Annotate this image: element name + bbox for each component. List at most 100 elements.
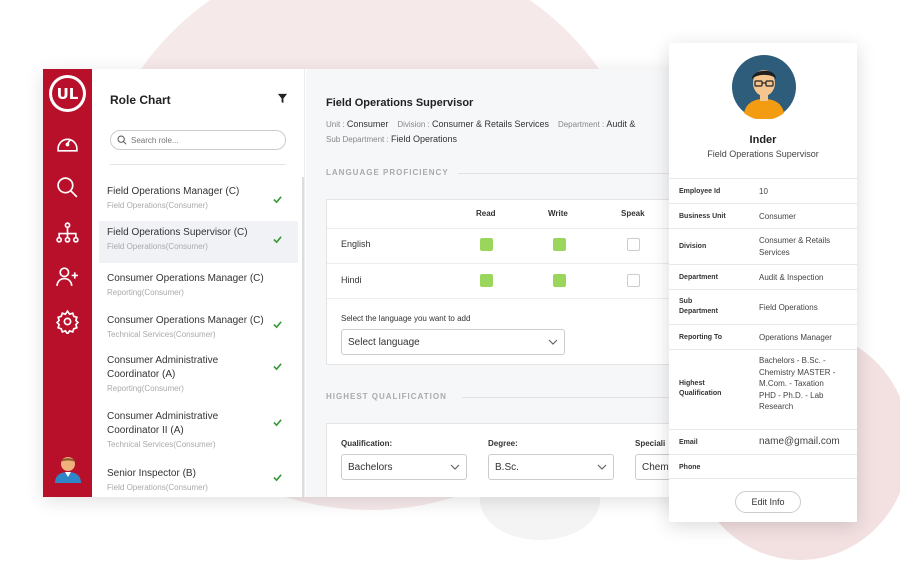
dashboard-icon[interactable] xyxy=(55,131,80,156)
profile-field-row: Business Unit Consumer xyxy=(669,203,857,228)
language-name: English xyxy=(341,239,371,249)
field-key: Highest Qualification xyxy=(679,380,722,397)
write-checkbox[interactable] xyxy=(553,238,566,251)
field-value: Field Operations xyxy=(759,303,818,312)
chevron-down-icon xyxy=(548,339,558,345)
profile-field-row: Reporting To Operations Manager xyxy=(669,324,857,349)
profile-field-row: Email name@gmail.com xyxy=(669,429,857,454)
profile-role: Field Operations Supervisor xyxy=(707,149,819,159)
role-department: Field Operations(Consumer) xyxy=(107,242,208,251)
role-name: Senior Inspector (B) xyxy=(107,468,196,479)
division-value: Consumer & Retails Services xyxy=(432,119,550,129)
profile-field-row: Department Audit & Inspection xyxy=(669,264,857,289)
stage: UL Role Chart Field Operations Manag xyxy=(0,0,900,566)
check-icon xyxy=(273,419,282,427)
subdept-value: Field Operations xyxy=(390,134,457,144)
role-meta-line: Sub Department : Field Operations xyxy=(326,134,457,144)
chevron-down-icon xyxy=(597,464,607,470)
department-value: Audit & xyxy=(606,119,636,129)
qualification-card: Qualification: Degree: Speciali Bachelor… xyxy=(326,423,683,497)
department-label: Department : xyxy=(557,120,605,129)
nav-rail: UL xyxy=(43,69,92,497)
field-key: Email xyxy=(679,439,698,446)
qualification-dropdown[interactable]: Bachelors xyxy=(341,454,467,480)
read-checkbox[interactable] xyxy=(480,274,493,287)
qualification-section-title: HIGHEST QUALIFICATION xyxy=(326,392,447,401)
check-icon xyxy=(273,321,282,329)
profile-field-row: Highest Qualification Bachelors - B.Sc. … xyxy=(669,349,857,429)
role-name: Field Operations Manager (C) xyxy=(107,186,240,197)
role-item[interactable]: Consumer Administrative Coordinator II (… xyxy=(99,410,298,458)
field-key: Reporting To xyxy=(679,334,723,341)
page-title: Field Operations Supervisor xyxy=(326,97,474,109)
user-avatar-icon[interactable] xyxy=(52,451,84,483)
edit-info-button[interactable]: Edit Info xyxy=(735,491,801,513)
hierarchy-icon[interactable] xyxy=(55,220,80,245)
field-key: Sub Department xyxy=(679,298,718,315)
check-icon xyxy=(273,236,282,244)
column-read: Read xyxy=(476,209,496,218)
unit-label: Unit : xyxy=(326,120,345,129)
profile-avatar xyxy=(732,55,796,119)
role-item[interactable]: Senior Inspector (B) Field Operations(Co… xyxy=(99,467,298,497)
write-checkbox[interactable] xyxy=(553,274,566,287)
divider xyxy=(327,298,683,299)
degree-value: B.Sc. xyxy=(495,461,519,473)
divider xyxy=(327,263,683,264)
app-window: UL Role Chart Field Operations Manag xyxy=(43,69,683,497)
role-item[interactable]: Field Operations Manager (C) Field Opera… xyxy=(99,185,298,219)
sidebar-title: Role Chart xyxy=(110,93,171,107)
profile-name: Inder xyxy=(749,134,777,146)
role-department: Reporting(Consumer) xyxy=(107,384,184,393)
role-item[interactable]: Consumer Operations Manager (C) Technica… xyxy=(99,314,298,348)
ul-logo[interactable]: UL xyxy=(49,75,86,112)
role-department: Field Operations(Consumer) xyxy=(107,201,208,210)
read-checkbox[interactable] xyxy=(480,238,493,251)
qualification-label: Qualification: xyxy=(341,439,393,448)
field-key: Business Unit xyxy=(679,213,726,220)
degree-label: Degree: xyxy=(488,439,518,448)
add-user-icon[interactable] xyxy=(55,264,80,289)
search-icon[interactable] xyxy=(55,175,80,200)
profile-field-row: Sub Department Field Operations xyxy=(669,289,857,324)
unit-value: Consumer xyxy=(346,119,389,129)
role-department: Reporting(Consumer) xyxy=(107,288,184,297)
check-icon xyxy=(273,196,282,204)
role-item-selected[interactable]: Field Operations Supervisor (C) Field Op… xyxy=(99,221,298,263)
column-speak: Speak xyxy=(621,209,645,218)
role-item[interactable]: Consumer Operations Manager (C) Reportin… xyxy=(99,272,298,306)
divider xyxy=(327,228,683,229)
chevron-down-icon xyxy=(450,464,460,470)
role-department: Technical Services(Consumer) xyxy=(107,330,216,339)
select-language-value: Select language xyxy=(348,336,420,348)
specialization-label: Speciali xyxy=(635,439,666,448)
column-write: Write xyxy=(548,209,568,218)
qualification-value: Bachelors xyxy=(348,461,393,473)
settings-icon[interactable] xyxy=(55,309,80,334)
profile-field-row: Phone xyxy=(669,454,857,479)
field-value: Consumer & Retails Services xyxy=(759,236,831,257)
language-card: Read Write Speak English Hindi Select th… xyxy=(326,199,683,365)
speak-checkbox[interactable] xyxy=(627,274,640,287)
division-label: Division : xyxy=(397,120,430,129)
scrollbar[interactable] xyxy=(302,177,304,497)
search-role-input[interactable] xyxy=(131,135,271,145)
field-key: Employee Id xyxy=(679,188,721,195)
search-icon xyxy=(117,135,127,145)
search-role-box[interactable] xyxy=(110,130,286,150)
role-meta-line: Unit : Consumer Division : Consumer & Re… xyxy=(326,119,635,129)
check-icon xyxy=(273,474,282,482)
field-value: 10 xyxy=(759,187,768,196)
select-language-dropdown[interactable]: Select language xyxy=(341,329,565,355)
profile-field-row: Employee Id 10 xyxy=(669,178,857,203)
filter-icon[interactable] xyxy=(277,93,288,104)
speak-checkbox[interactable] xyxy=(627,238,640,251)
add-language-label: Select the language you want to add xyxy=(341,314,471,323)
field-value: Audit & Inspection xyxy=(759,273,824,282)
role-item[interactable]: Consumer Administrative Coordinator (A) … xyxy=(99,354,298,402)
divider xyxy=(462,397,678,398)
role-name: Field Operations Supervisor (C) xyxy=(107,227,248,238)
degree-dropdown[interactable]: B.Sc. xyxy=(488,454,614,480)
field-value: name@gmail.com xyxy=(759,436,840,447)
specialization-value: Chem xyxy=(642,461,669,473)
